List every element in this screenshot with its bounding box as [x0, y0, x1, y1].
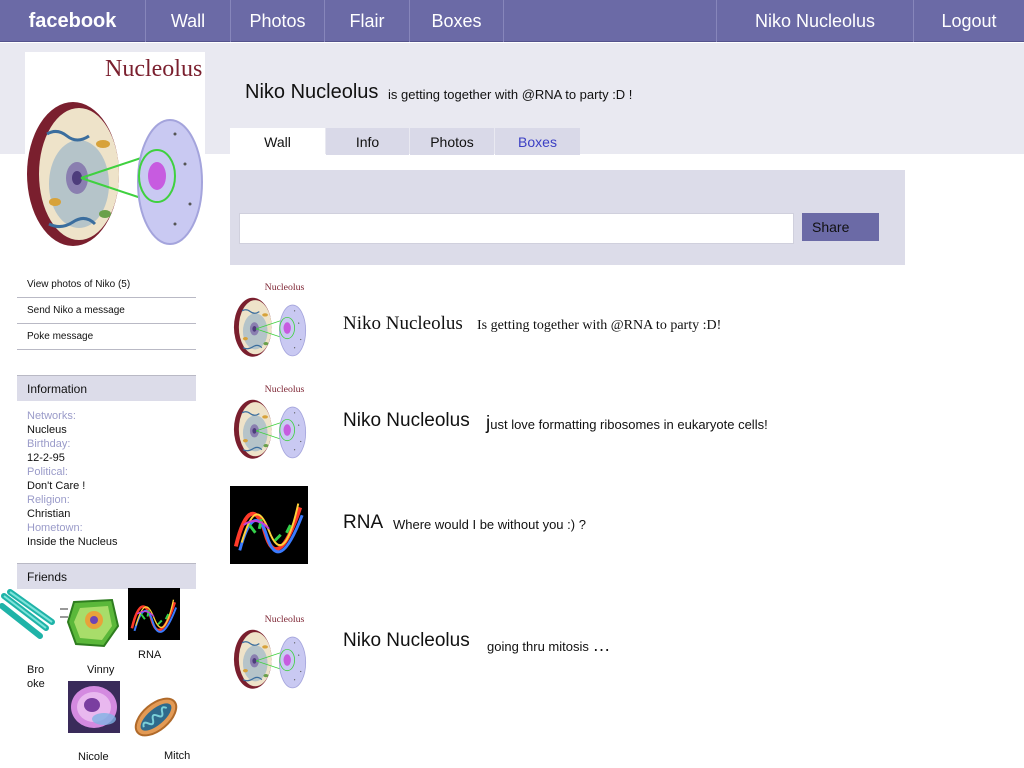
friend-photo-mitch[interactable]: [130, 689, 182, 745]
friend-photo-vinny[interactable]: [60, 596, 122, 648]
post-author[interactable]: Niko Nucleolus: [343, 410, 470, 432]
post-text: going thru mitosis …: [487, 635, 611, 656]
nav-flair[interactable]: Flair: [325, 0, 410, 42]
post-text: Is getting together with @RNA to party :…: [477, 318, 722, 333]
nav-user-profile[interactable]: Niko Nucleolus: [716, 0, 914, 42]
post-author[interactable]: Niko Nucleolus: [343, 313, 463, 335]
friend-name-mitch[interactable]: Mitch: [164, 749, 190, 763]
profile-actions: View photos of Niko (5) Send Niko a mess…: [17, 272, 196, 350]
nucleolus-cell-image: Nucleolus: [25, 56, 204, 248]
nav-wall[interactable]: Wall: [146, 0, 231, 42]
friend-photo-rna[interactable]: [128, 588, 180, 640]
nucleolus-cell-image: Nucleolus: [233, 614, 307, 690]
friend-name-vinny[interactable]: Vinny: [87, 663, 114, 677]
share-input[interactable]: [239, 213, 794, 244]
logout-link[interactable]: Logout: [914, 0, 1024, 42]
friend-name-rna[interactable]: RNA: [138, 648, 161, 662]
friend-vinny-image: [60, 598, 120, 648]
top-nav-bar: facebook Wall Photos Flair Boxes Niko Nu…: [0, 0, 1024, 42]
friends-heading: Friends: [17, 563, 196, 589]
friend-photo-nicole[interactable]: [68, 681, 120, 733]
poke-message-link[interactable]: Poke message: [17, 324, 196, 350]
post-thumbnail-caption: Nucleolus: [265, 282, 305, 293]
friend-brooke-image: [0, 589, 55, 639]
post-thumbnail[interactable]: Nucleolus: [230, 280, 310, 360]
facebook-logo[interactable]: facebook: [0, 0, 146, 42]
tab-wall[interactable]: Wall: [230, 128, 325, 155]
nav-photos[interactable]: Photos: [231, 0, 325, 42]
view-photos-link[interactable]: View photos of Niko (5): [17, 272, 196, 298]
information-list: Networks: Nucleus Birthday: 12-2-95 Poli…: [27, 409, 197, 549]
post-thumbnail-caption: Nucleolus: [265, 384, 305, 395]
friend-name-brooke-line2: oke: [27, 678, 45, 690]
nucleolus-cell-image: Nucleolus: [233, 384, 307, 460]
post-author[interactable]: Niko Nucleolus: [343, 630, 470, 652]
profile-picture-caption: Nucleolus: [105, 56, 202, 82]
info-value-birthday: 12-2-95: [27, 452, 65, 464]
post-thumbnail[interactable]: Nucleolus: [230, 612, 310, 692]
info-label-birthday: Birthday:: [27, 438, 71, 450]
share-button[interactable]: Share: [802, 213, 879, 241]
info-value-networks: Nucleus: [27, 424, 67, 436]
info-label-networks: Networks:: [27, 410, 76, 422]
profile-status: is getting together with @RNA to party :…: [388, 87, 633, 102]
post-thumbnail[interactable]: Nucleolus: [230, 382, 310, 462]
profile-picture[interactable]: Nucleolus: [25, 52, 205, 255]
post-thumbnail-caption: Nucleolus: [265, 614, 305, 625]
post-text-body: going thru mitosis: [487, 639, 589, 654]
info-label-hometown: Hometown:: [27, 522, 83, 534]
information-heading: Information: [17, 375, 196, 401]
info-label-religion: Religion:: [27, 494, 70, 506]
nucleolus-cell-image: Nucleolus: [233, 282, 307, 358]
info-value-hometown: Inside the Nucleus: [27, 536, 118, 548]
rna-image: [230, 486, 308, 564]
friend-name-brooke[interactable]: Bro oke: [27, 663, 45, 691]
info-value-religion: Christian: [27, 508, 71, 520]
friend-mitch-image: [134, 697, 178, 737]
info-value-political: Don't Care !: [27, 480, 86, 492]
tab-info[interactable]: Info: [326, 128, 409, 155]
info-label-political: Political:: [27, 466, 68, 478]
friend-rna-image: [128, 588, 180, 640]
friend-nicole-image: [68, 681, 120, 733]
post-text: just love formatting ribosomes in eukary…: [486, 413, 768, 435]
tab-photos[interactable]: Photos: [410, 128, 494, 155]
friend-name-nicole[interactable]: Nicole: [78, 750, 109, 764]
post-author[interactable]: RNA: [343, 512, 383, 534]
post-text-body: ust love formatting ribosomes in eukaryo…: [490, 417, 768, 432]
send-message-link[interactable]: Send Niko a message: [17, 298, 196, 324]
post-text-ellipsis: …: [592, 635, 611, 655]
friend-photo-brooke[interactable]: [0, 588, 56, 640]
nav-boxes[interactable]: Boxes: [410, 0, 504, 42]
profile-name: Niko Nucleolus: [245, 81, 379, 103]
friend-name-brooke-line1: Bro: [27, 664, 45, 676]
post-thumbnail[interactable]: [230, 486, 308, 564]
tab-boxes[interactable]: Boxes: [495, 128, 580, 155]
post-text: Where would I be without you :) ?: [393, 517, 586, 532]
